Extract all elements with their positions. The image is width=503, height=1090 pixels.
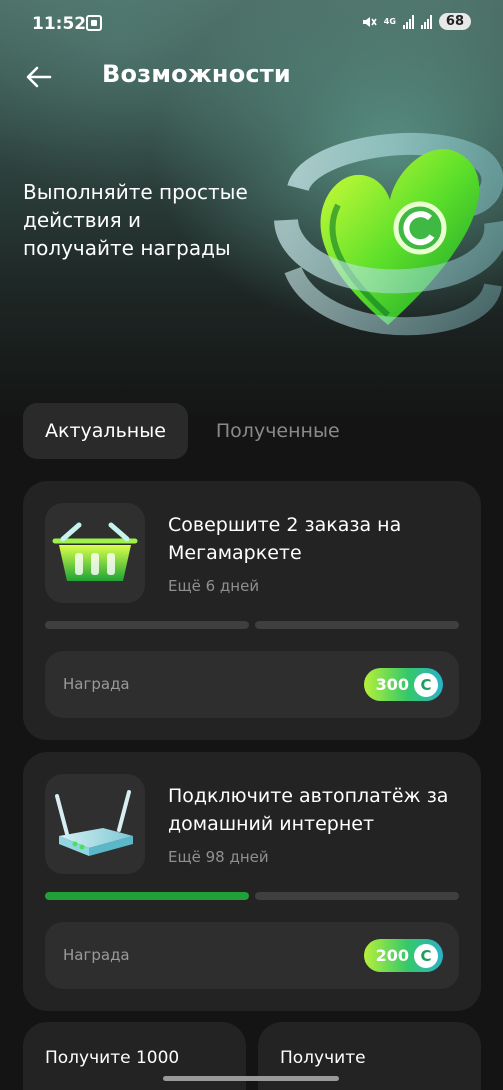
task-title: Получите 1000 xyxy=(45,1048,180,1068)
task-progress-bar xyxy=(45,892,459,900)
progress-segment xyxy=(255,892,459,900)
progress-segment xyxy=(45,621,249,629)
status-time: 11:52 xyxy=(32,14,87,34)
tabs: Актуальные Полученные xyxy=(23,403,362,459)
reward-label: Награда xyxy=(63,675,130,693)
shopping-basket-icon xyxy=(45,503,145,603)
home-indicator[interactable] xyxy=(163,1076,339,1081)
reward-amount: 300 xyxy=(375,675,409,694)
signal-strength-icon xyxy=(402,14,414,29)
reward-badge: 200 С xyxy=(363,939,443,972)
task-title: Получите xyxy=(280,1048,366,1068)
signal-strength-icon-2 xyxy=(420,14,432,29)
tab-received[interactable]: Полученные xyxy=(194,403,362,459)
screen-record-icon xyxy=(86,15,102,31)
hero-text: Выполняйте простые действия и получайте … xyxy=(23,180,248,260)
progress-segment-done xyxy=(45,892,249,900)
spasibo-coin-icon: С xyxy=(414,943,438,968)
spasibo-coin-icon: С xyxy=(414,672,438,697)
progress-segment xyxy=(255,621,459,629)
task-progress-bar xyxy=(45,621,459,629)
arrow-left-icon xyxy=(26,66,52,88)
task-deadline: Ещё 6 дней xyxy=(168,577,260,595)
network-type-label: 4G xyxy=(383,16,396,26)
battery-indicator: 68 xyxy=(438,13,471,30)
back-button[interactable] xyxy=(22,60,56,94)
status-indicators: 4G 68 xyxy=(361,13,471,30)
status-bar: 11:52 4G 68 xyxy=(0,0,503,50)
reward-label: Награда xyxy=(63,946,130,964)
reward-row: Награда 200 С xyxy=(45,922,459,989)
task-card-internet-autopay[interactable]: Подключите автоплатёж за домашний интерн… xyxy=(23,752,481,1011)
task-deadline: Ещё 98 дней xyxy=(168,848,269,866)
green-heart-spasibo-illustration xyxy=(268,110,503,350)
task-title: Совершите 2 заказа на Мегамаркете xyxy=(168,514,402,564)
task-card-megamarket[interactable]: Совершите 2 заказа на Мегамаркете Ещё 6 … xyxy=(23,481,481,740)
task-title: Подключите автоплатёж за домашний интерн… xyxy=(168,785,449,835)
reward-amount: 200 xyxy=(375,946,409,965)
wifi-router-icon xyxy=(45,774,145,874)
reward-row: Награда 300 С xyxy=(45,651,459,718)
mute-icon xyxy=(362,16,377,27)
tab-current[interactable]: Актуальные xyxy=(23,403,188,459)
page-title: Возможности xyxy=(102,60,291,88)
reward-badge: 300 С xyxy=(363,668,443,701)
